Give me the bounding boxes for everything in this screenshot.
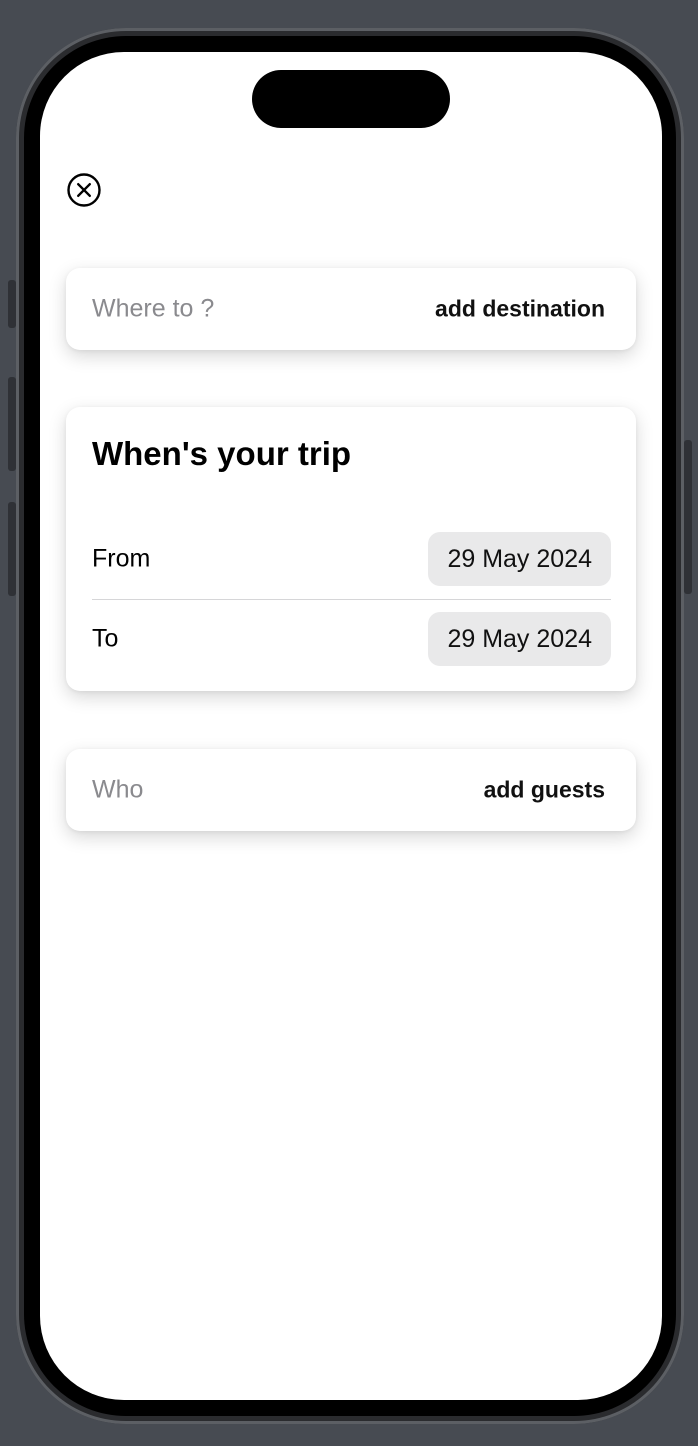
power-button — [684, 440, 692, 594]
to-label: To — [92, 624, 119, 653]
dynamic-island — [252, 70, 450, 128]
volume-up-button — [8, 377, 16, 471]
to-date-row: To 29 May 2024 — [92, 612, 611, 666]
close-circle-icon — [67, 173, 101, 207]
from-date-row: From 29 May 2024 — [92, 532, 611, 586]
add-guests-button[interactable]: add guests — [484, 777, 605, 804]
close-button[interactable] — [67, 173, 101, 207]
from-date-picker[interactable]: 29 May 2024 — [428, 532, 611, 586]
to-date-picker[interactable]: 29 May 2024 — [428, 612, 611, 666]
guests-card[interactable]: Who add guests — [66, 749, 636, 831]
screen: Where to ? add destination When's your t… — [40, 52, 662, 1400]
destination-label: Where to ? — [92, 294, 215, 323]
add-destination-button[interactable]: add destination — [435, 296, 605, 323]
volume-down-button — [8, 502, 16, 596]
divider — [92, 599, 611, 600]
from-label: From — [92, 544, 151, 573]
guests-label: Who — [92, 775, 144, 804]
action-button — [8, 280, 16, 328]
dates-title: When's your trip — [92, 435, 352, 472]
dates-card: When's your trip From 29 May 2024 To 29 … — [66, 407, 636, 691]
destination-card[interactable]: Where to ? add destination — [66, 268, 636, 350]
